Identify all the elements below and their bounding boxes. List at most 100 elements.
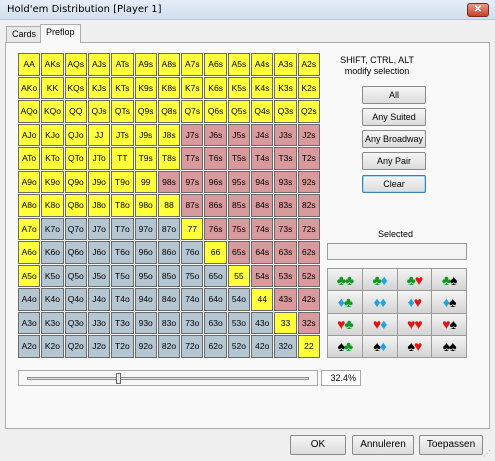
cancel-button[interactable]: Annuleren — [352, 435, 414, 455]
hand-cell-99[interactable]: 99 — [134, 170, 157, 194]
hand-cell-72o[interactable]: 72o — [181, 335, 204, 358]
ok-button[interactable]: OK — [290, 435, 346, 455]
hand-cell-Q2s[interactable]: Q2s — [297, 100, 320, 123]
suit-combo-diamond-club[interactable]: ♦ ♣ — [328, 291, 362, 313]
hand-cell-T9o[interactable]: T9o — [111, 170, 134, 194]
hand-cell-44[interactable]: 44 — [251, 288, 274, 311]
hand-cell-94s[interactable]: 94s — [251, 170, 274, 194]
hand-cell-T2o[interactable]: T2o — [111, 335, 134, 358]
hand-cell-Q7o[interactable]: Q7o — [64, 217, 87, 241]
hand-cell-T8s[interactable]: T8s — [157, 147, 181, 170]
hand-cell-A4o[interactable]: A4o — [18, 288, 41, 311]
suit-combo-heart-diamond[interactable]: ♥ ♦ — [362, 313, 397, 335]
hand-cell-Q5s[interactable]: Q5s — [227, 100, 251, 123]
hand-cell-73o[interactable]: 73o — [181, 311, 204, 335]
hand-cell-62s[interactable]: 62s — [297, 241, 320, 264]
suit-combo-spade-club[interactable]: ♠ ♣ — [328, 335, 362, 357]
resize-grip-icon[interactable]: ⋰ — [483, 449, 493, 459]
hand-cell-A5o[interactable]: A5o — [18, 264, 41, 288]
hand-cell-T9s[interactable]: T9s — [134, 147, 157, 170]
hand-cell-97s[interactable]: 97s — [181, 170, 204, 194]
suit-combo-club-diamond[interactable]: ♣ ♦ — [362, 269, 397, 291]
hand-cell-86s[interactable]: 86s — [204, 194, 227, 217]
clear-button[interactable]: Clear — [362, 175, 426, 193]
suit-combo-spade-heart[interactable]: ♠ ♥ — [397, 335, 432, 357]
hand-cell-65o[interactable]: 65o — [204, 264, 227, 288]
hand-cell-T2s[interactable]: T2s — [297, 147, 320, 170]
hand-cell-Q3o[interactable]: Q3o — [64, 311, 87, 335]
hand-cell-J4s[interactable]: J4s — [251, 123, 274, 147]
hand-cell-52o[interactable]: 52o — [227, 335, 251, 358]
hand-cell-AJo[interactable]: AJo — [18, 123, 41, 147]
hand-cell-Q4s[interactable]: Q4s — [251, 100, 274, 123]
hand-cell-65s[interactable]: 65s — [227, 241, 251, 264]
suit-combo-club-heart[interactable]: ♣ ♥ — [397, 269, 432, 291]
any-suited-button[interactable]: Any Suited — [362, 108, 426, 126]
hand-cell-J7s[interactable]: J7s — [181, 123, 204, 147]
hand-cell-84s[interactable]: 84s — [251, 194, 274, 217]
hand-cell-K8o[interactable]: K8o — [41, 194, 64, 217]
hand-cell-53s[interactable]: 53s — [274, 264, 297, 288]
hand-cell-A9s[interactable]: A9s — [134, 53, 157, 76]
hand-cell-98o[interactable]: 98o — [134, 194, 157, 217]
hand-cell-A7o[interactable]: A7o — [18, 217, 41, 241]
hand-cell-A3s[interactable]: A3s — [274, 53, 297, 76]
hand-cell-82s[interactable]: 82s — [297, 194, 320, 217]
range-slider[interactable] — [18, 370, 318, 386]
hand-cell-87s[interactable]: 87s — [181, 194, 204, 217]
any-broadway-button[interactable]: Any Broadway — [362, 130, 426, 148]
hand-cell-96s[interactable]: 96s — [204, 170, 227, 194]
hand-cell-83o[interactable]: 83o — [157, 311, 181, 335]
hand-cell-K6s[interactable]: K6s — [204, 76, 227, 100]
hand-cell-A6s[interactable]: A6s — [204, 53, 227, 76]
tab-cards[interactable]: Cards — [6, 26, 43, 42]
hand-cell-Q5o[interactable]: Q5o — [64, 264, 87, 288]
hand-cell-Q6s[interactable]: Q6s — [204, 100, 227, 123]
suit-combo-heart-club[interactable]: ♥ ♣ — [328, 313, 362, 335]
hand-cell-Q9o[interactable]: Q9o — [64, 170, 87, 194]
hand-cell-KQo[interactable]: KQo — [41, 100, 64, 123]
hand-cell-85s[interactable]: 85s — [227, 194, 251, 217]
all-button[interactable]: All — [362, 86, 426, 104]
tab-preflop[interactable]: Preflop — [40, 24, 81, 43]
hand-cell-JTo[interactable]: JTo — [87, 147, 111, 170]
hand-cell-J8o[interactable]: J8o — [87, 194, 111, 217]
hand-cell-K4o[interactable]: K4o — [41, 288, 64, 311]
hand-cell-J2o[interactable]: J2o — [87, 335, 111, 358]
hand-cell-T3s[interactable]: T3s — [274, 147, 297, 170]
hand-cell-32s[interactable]: 32s — [297, 311, 320, 335]
hand-cell-66[interactable]: 66 — [204, 241, 227, 264]
hand-cell-72s[interactable]: 72s — [297, 217, 320, 241]
hand-cell-K2s[interactable]: K2s — [297, 76, 320, 100]
hand-cell-88[interactable]: 88 — [157, 194, 181, 217]
hand-cell-T3o[interactable]: T3o — [111, 311, 134, 335]
hand-cell-J6o[interactable]: J6o — [87, 241, 111, 264]
hand-cell-85o[interactable]: 85o — [157, 264, 181, 288]
hand-cell-JTs[interactable]: JTs — [111, 123, 134, 147]
hand-cell-K5o[interactable]: K5o — [41, 264, 64, 288]
suit-combo-club-club[interactable]: ♣ ♣ — [328, 269, 362, 291]
hand-cell-QTs[interactable]: QTs — [111, 100, 134, 123]
hand-cell-KK[interactable]: KK — [41, 76, 64, 100]
hand-cell-54s[interactable]: 54s — [251, 264, 274, 288]
hand-cell-QJs[interactable]: QJs — [87, 100, 111, 123]
hand-cell-43o[interactable]: 43o — [251, 311, 274, 335]
hand-cell-74o[interactable]: 74o — [181, 288, 204, 311]
hand-cell-JJ[interactable]: JJ — [87, 123, 111, 147]
hand-cell-TT[interactable]: TT — [111, 147, 134, 170]
hand-cell-T7s[interactable]: T7s — [181, 147, 204, 170]
hand-cell-J5o[interactable]: J5o — [87, 264, 111, 288]
slider-thumb[interactable] — [116, 373, 121, 384]
hand-cell-A6o[interactable]: A6o — [18, 241, 41, 264]
hand-cell-KTs[interactable]: KTs — [111, 76, 134, 100]
hand-cell-A8o[interactable]: A8o — [18, 194, 41, 217]
hand-cell-75o[interactable]: 75o — [181, 264, 204, 288]
hand-cell-KQs[interactable]: KQs — [64, 76, 87, 100]
hand-cell-A5s[interactable]: A5s — [227, 53, 251, 76]
hand-cell-76o[interactable]: 76o — [181, 241, 204, 264]
hand-cell-A9o[interactable]: A9o — [18, 170, 41, 194]
hand-cell-KJo[interactable]: KJo — [41, 123, 64, 147]
hand-cell-96o[interactable]: 96o — [134, 241, 157, 264]
hand-cell-K3s[interactable]: K3s — [274, 76, 297, 100]
hand-cell-J2s[interactable]: J2s — [297, 123, 320, 147]
